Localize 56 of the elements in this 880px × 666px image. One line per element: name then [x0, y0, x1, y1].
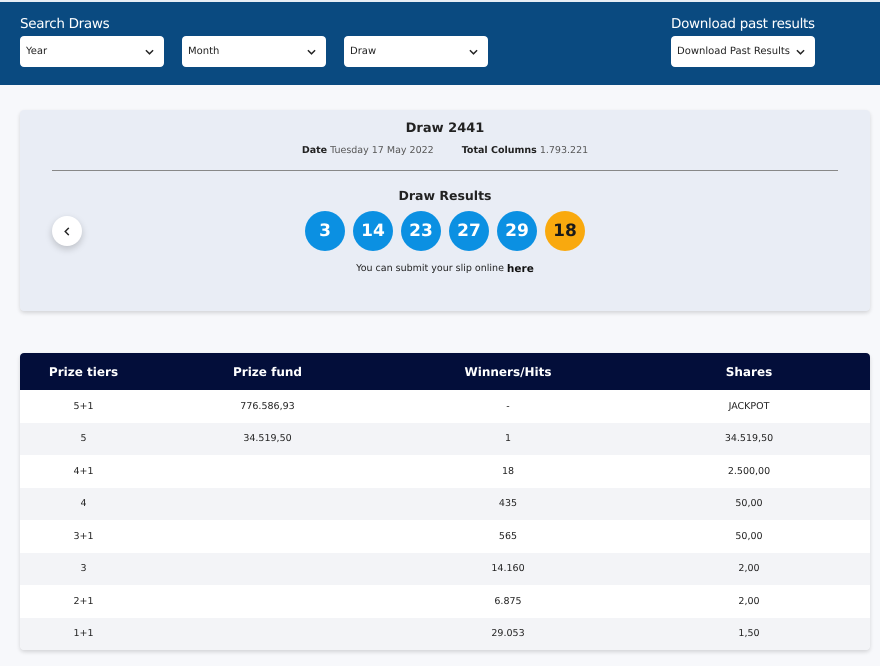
table-cell: 565: [498, 530, 518, 542]
table-cell: -: [506, 400, 510, 412]
draw-title: Draw 2441: [404, 121, 486, 136]
column-header: Winners/Hits: [463, 364, 553, 378]
section-title: Download past results: [671, 16, 815, 32]
table-cell: 3: [80, 563, 87, 574]
table-cell: 14.160: [491, 563, 525, 574]
number-ball: 14: [353, 211, 393, 251]
dropdown[interactable]: Month: [182, 36, 326, 67]
table-cell: 2,00: [738, 596, 760, 607]
table-cell: 776.586,93: [240, 400, 295, 412]
chevron-down-icon: [796, 48, 805, 54]
table-cell: 1: [504, 433, 512, 444]
table-cell: 435: [498, 498, 518, 510]
dropdown[interactable]: Download Past Results: [671, 36, 815, 67]
column-header: Prize fund: [232, 364, 304, 378]
section-title: Search Draws: [20, 16, 110, 32]
table-cell: 4: [80, 498, 87, 510]
table-cell: 2+1: [73, 596, 94, 607]
table-cell: 29.053: [491, 628, 525, 640]
slip-text: You can submit your slip online: [356, 263, 504, 275]
table-cell: 50,00: [735, 498, 763, 510]
chevron-down-icon: [307, 48, 316, 54]
number-ball: 23: [401, 211, 441, 251]
number-ball: 18: [545, 211, 585, 251]
column-header: Shares: [724, 364, 774, 378]
number-ball: 29: [497, 211, 537, 251]
table-cell: 1,50: [738, 628, 760, 640]
previous-button[interactable]: [52, 216, 82, 246]
meta-label: Total Columns: [462, 145, 537, 156]
table-cell: 34.519,50: [724, 433, 774, 444]
results-title: Draw Results: [397, 188, 493, 203]
table-cell: 1+1: [73, 628, 94, 640]
here-link[interactable]: here: [506, 263, 534, 275]
table-cell: 6.875: [494, 596, 522, 607]
number-ball: 27: [449, 211, 489, 251]
table-cell: 5+1: [73, 400, 94, 412]
table-cell: 2.500,00: [728, 466, 770, 477]
dropdown[interactable]: Draw: [344, 36, 488, 67]
table-cell: 34.519,50: [243, 433, 292, 444]
meta-value: 1.793.221: [540, 145, 588, 156]
dropdown[interactable]: Year: [20, 36, 164, 67]
table-cell: 5: [80, 433, 87, 444]
table-cell: 2,00: [738, 563, 760, 574]
chevron-down-icon: [469, 48, 478, 54]
table-cell: 18: [502, 466, 514, 477]
meta-label: Date: [302, 145, 328, 156]
number-ball: 3: [305, 211, 345, 251]
meta-value: Tuesday 17 May 2022: [330, 145, 434, 156]
table-cell: 4+1: [73, 466, 94, 477]
chevron-down-icon: [145, 48, 154, 54]
chevron-left-icon: [64, 226, 70, 236]
column-header: Prize tiers: [48, 364, 120, 378]
table-cell: JACKPOT: [728, 400, 770, 412]
table-cell: 50,00: [735, 530, 763, 542]
table-cell: 3+1: [73, 530, 94, 542]
